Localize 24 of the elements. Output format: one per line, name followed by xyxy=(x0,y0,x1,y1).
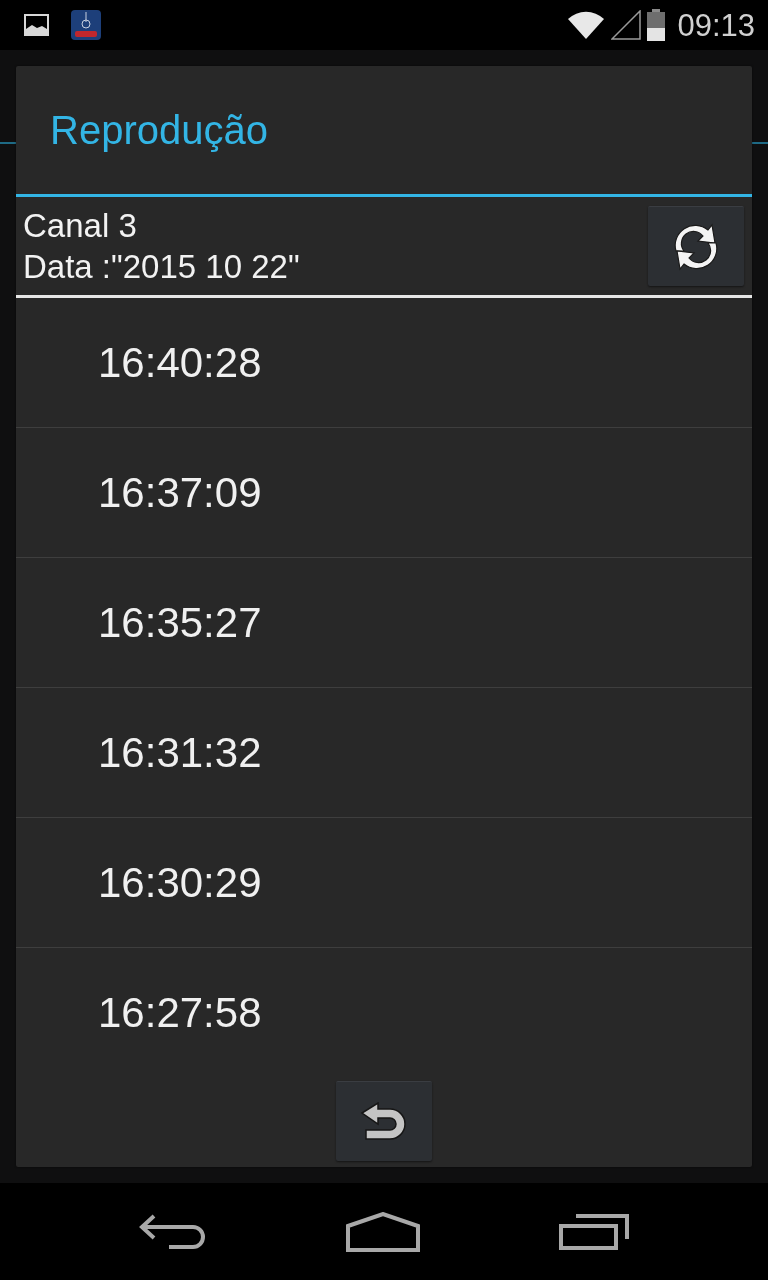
refresh-button[interactable] xyxy=(648,206,744,286)
date-label: Data :"2015 10 22" xyxy=(23,247,300,287)
image-icon xyxy=(24,14,49,36)
recording-list-item[interactable]: 16:35:27 xyxy=(16,558,752,688)
recording-list-item[interactable]: 16:30:29 xyxy=(16,818,752,948)
wifi-icon xyxy=(567,10,606,40)
dialog-title: Reprodução xyxy=(50,107,268,154)
status-time: 09:13 xyxy=(677,9,755,41)
back-button[interactable] xyxy=(336,1081,432,1161)
recent-apps-icon xyxy=(558,1213,629,1250)
nav-home-button[interactable] xyxy=(346,1211,420,1252)
back-arrow-icon xyxy=(360,1101,408,1142)
recording-list-item[interactable]: 16:40:28 xyxy=(16,298,752,428)
app-icon xyxy=(71,10,101,40)
recording-list-item[interactable]: 16:27:58 xyxy=(16,948,752,1078)
recording-list-item[interactable]: 16:31:32 xyxy=(16,688,752,818)
battery-icon xyxy=(647,9,666,41)
nav-recents-button[interactable] xyxy=(558,1213,629,1250)
recording-list-item[interactable]: 16:37:09 xyxy=(16,428,752,558)
channel-label: Canal 3 xyxy=(23,206,138,246)
nav-back-button[interactable] xyxy=(139,1213,208,1250)
signal-icon xyxy=(611,10,642,40)
back-icon xyxy=(139,1213,208,1250)
home-icon xyxy=(346,1211,420,1252)
